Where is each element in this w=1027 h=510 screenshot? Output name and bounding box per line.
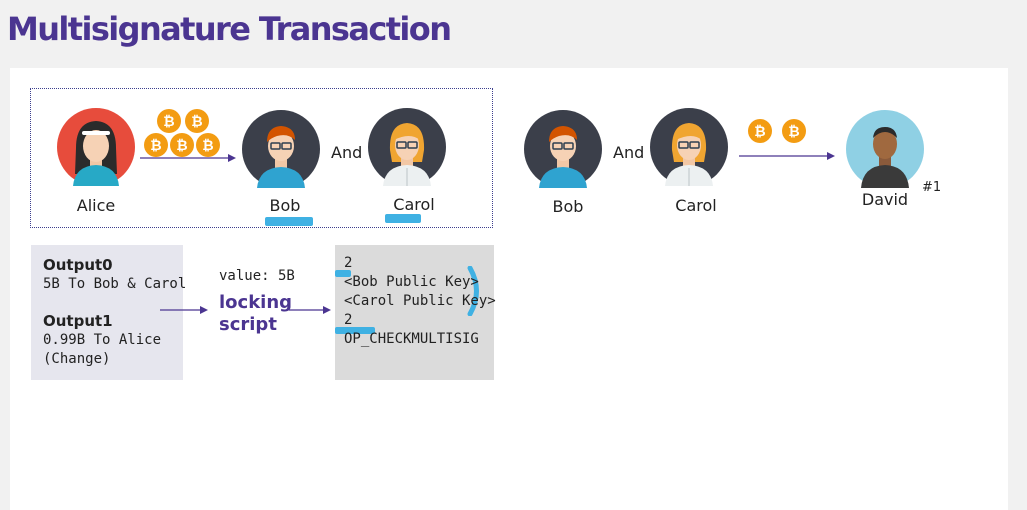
output1-detail: 0.99B To Alice — [43, 332, 162, 348]
locking-script-label: locking script — [219, 292, 299, 336]
arrow-right-icon — [140, 154, 236, 162]
output1-note: (Change) — [43, 351, 111, 367]
output0-label: Output0 — [43, 256, 113, 274]
and-label: And — [613, 143, 645, 162]
output0-detail: 5B To Bob & Carol — [43, 276, 187, 292]
locking-script-label-line2: script — [219, 314, 277, 335]
carol-avatar — [650, 108, 728, 186]
script-line: 2 — [344, 255, 353, 271]
and-label: And — [331, 143, 363, 162]
script-line: 2 — [344, 312, 353, 328]
svg-text:₿: ₿ — [163, 114, 174, 130]
bob-name: Bob — [269, 196, 301, 215]
bob-highlight-mark — [265, 217, 313, 226]
output1-label: Output1 — [43, 312, 113, 330]
arrow-right-icon — [289, 306, 331, 314]
svg-text:₿: ₿ — [191, 114, 202, 130]
locked-value: value: 5B — [219, 268, 295, 284]
locking-script-box: 2 <Bob Public Key> <Carol Public Key> 2 … — [335, 245, 496, 380]
bob-avatar — [242, 110, 320, 188]
bitcoin-coin-icon: ₿ — [184, 108, 210, 134]
bitcoin-coin-icon: ₿ — [781, 118, 807, 144]
alice-avatar — [57, 108, 135, 186]
bitcoin-coin-icon: ₿ — [747, 118, 773, 144]
bob-avatar — [524, 110, 602, 188]
carol-highlight-mark — [385, 214, 421, 223]
script-line: <Bob Public Key> — [344, 274, 479, 290]
script-line: OP_CHECKMULTISIG — [344, 331, 479, 347]
carol-name: Carol — [393, 195, 435, 214]
annotation-marker: #1 — [922, 180, 942, 195]
svg-text:₿: ₿ — [788, 124, 799, 140]
alice-name: Alice — [76, 196, 116, 215]
bob-name: Bob — [552, 197, 584, 216]
carol-avatar — [368, 108, 446, 186]
page-title: Multisignature Transaction — [7, 10, 452, 48]
svg-text:₿: ₿ — [754, 124, 765, 140]
david-avatar — [846, 110, 924, 188]
bitcoin-coin-icon: ₿ — [156, 108, 182, 134]
locking-script-label-line1: locking — [219, 292, 293, 313]
david-name: David — [861, 190, 909, 209]
script-line: <Carol Public Key> — [344, 293, 496, 309]
carol-name: Carol — [675, 196, 717, 215]
arrow-right-icon — [739, 152, 835, 160]
arrow-right-icon — [160, 306, 208, 314]
